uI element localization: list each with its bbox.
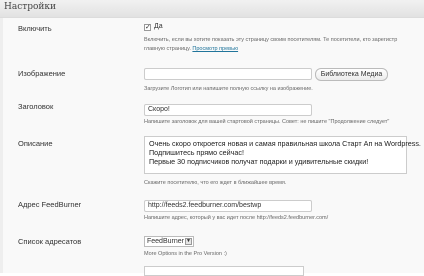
panel-title: Настройки [4, 2, 57, 12]
image-label: Изображение [18, 69, 66, 78]
feedburner-hint: Напишите адрес, который у вас идет после… [144, 215, 329, 221]
title-label: Заголовок [18, 102, 54, 111]
enable-label: Включить [18, 24, 52, 33]
chevron-down-icon[interactable]: ▼ [185, 238, 192, 245]
address-list-hint: More Options in the Pro Version :) [144, 251, 227, 257]
left-divider [0, 18, 3, 273]
description-label: Описание [18, 139, 53, 148]
title-hint: Напишите заголовок для вашей стартовой с… [144, 119, 390, 125]
enable-checkbox[interactable]: ✓ [144, 24, 151, 31]
image-url-input[interactable] [144, 68, 312, 80]
enable-checkbox-label: Да [154, 23, 163, 30]
address-list-label: Список адресатов [18, 237, 82, 246]
image-hint: Загрузите Логотип или напишите полную сс… [144, 86, 313, 92]
settings-panel: Настройки Включить ✓ Да Включить, если в… [0, 0, 424, 276]
feedburner-input[interactable]: http://feeds2.feedburner.com/bestwp [144, 200, 312, 212]
enable-hint-prefix: главную страницу. [144, 46, 191, 52]
description-line: Подпишитесь прямо сейчас! [149, 148, 245, 158]
feedburner-label: Адрес FeedBurner [18, 200, 82, 209]
next-row-input[interactable] [144, 266, 304, 276]
description-line: Первые 30 подписчиков получат подарки и … [149, 157, 369, 167]
enable-hint-2: главную страницу. Просмотр превью [144, 46, 238, 52]
preview-link[interactable]: Просмотр превью [192, 46, 238, 52]
panel-header: Настройки [0, 0, 424, 18]
description-line: Очень скоро откроется новая и самая прав… [149, 139, 421, 148]
media-library-button[interactable]: Библиотека Медиа [315, 68, 388, 81]
enable-hint: Включить, если вы хотите показать эту ст… [144, 37, 398, 43]
description-textarea[interactable]: Очень скоро откроется новая и самая прав… [144, 136, 421, 174]
title-input[interactable]: Скоро! [144, 104, 312, 116]
description-hint: Скажите посетителю, что его ждет в ближа… [144, 180, 287, 186]
address-list-selected: FeedBurner [147, 238, 184, 245]
address-list-select[interactable]: FeedBurner ▼ [144, 236, 194, 247]
